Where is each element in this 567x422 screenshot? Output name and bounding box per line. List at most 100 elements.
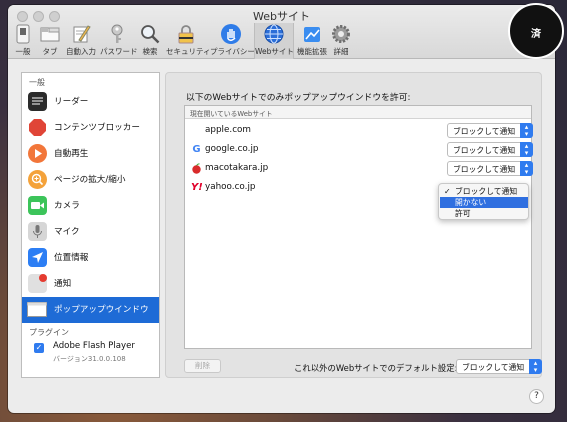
site-name: google.co.jp — [205, 144, 259, 154]
sidebar-item-page-zoom[interactable]: ページの拡大/縮小 — [22, 167, 159, 193]
delete-button[interactable]: 削除 — [184, 359, 221, 373]
main-pane: 以下のWebサイトでのみポップアップウインドウを許可: 現在開いているWebサイ… — [165, 72, 542, 378]
sidebar-item-label: 通知 — [54, 279, 72, 289]
toolbar-security[interactable]: セキュリティ — [166, 23, 211, 59]
microphone-icon — [28, 222, 47, 241]
default-setting-label: これ以外のWebサイトでのデフォルト設定: — [294, 363, 458, 373]
toolbar-label: 詳細 — [333, 47, 349, 56]
sidebar-item-content-blockers[interactable]: コンテンツブロッカー — [22, 115, 159, 141]
sidebar-item-label: コンテンツブロッカー — [54, 123, 140, 133]
menu-option-label: 開かない — [455, 198, 487, 207]
site-setting-popup[interactable]: ブロックして通知 ▴ ▾ — [447, 161, 533, 176]
sidebar-item-notifications[interactable]: 通知 — [22, 271, 159, 297]
plugin-checkbox[interactable]: ✓ — [34, 343, 44, 353]
notification-icon — [28, 274, 47, 293]
site-setting-popup[interactable]: ブロックして通知 ▴ ▾ — [447, 123, 533, 138]
toolbar-label: 検索 — [142, 47, 158, 56]
toolbar-label: セキュリティ — [166, 47, 211, 56]
site-name: apple.com — [205, 125, 251, 135]
globe-icon — [264, 24, 284, 44]
menu-option-label: ブロックして通知 — [455, 187, 518, 196]
sidebar-item-location[interactable]: 位置情報 — [22, 245, 159, 271]
chevron-updown-icon: ▴ ▾ — [520, 161, 533, 176]
sidebar-item-autoplay[interactable]: 自動再生 — [22, 141, 159, 167]
sidebar-item-label: カメラ — [54, 201, 80, 211]
chevron-updown-icon: ▴ ▾ — [520, 123, 533, 138]
toolbar-label: 一般 — [15, 47, 31, 56]
apple-icon — [191, 125, 202, 136]
zoom-icon — [28, 170, 47, 189]
tabs-icon — [40, 27, 60, 42]
sidebar-item-label: 位置情報 — [54, 253, 89, 263]
toolbar-passwords[interactable]: パスワード — [100, 23, 138, 59]
site-setting-value: ブロックして通知 — [453, 146, 516, 155]
toolbar-label: プライバシー — [210, 47, 255, 56]
google-icon: G — [192, 144, 201, 155]
site-setting-popup[interactable]: ブロックして通知 ▴ ▾ — [447, 142, 533, 157]
badge-text: 済 — [530, 29, 542, 40]
watermark-badge: 済 — [508, 3, 564, 59]
sidebar: 一般 リーダー コンテンツブロッカー 自動再生 ページの拡大/縮小 カメラ マイ… — [21, 72, 160, 378]
popup-window-icon — [27, 302, 47, 317]
sidebar-item-reader[interactable]: リーダー — [22, 89, 159, 115]
menu-option-never-open[interactable]: 開かない — [440, 197, 528, 208]
toolbar-tabs[interactable]: タブ — [38, 23, 62, 59]
toolbar-advanced[interactable]: 詳細 — [330, 23, 352, 59]
toolbar-extensions[interactable]: 機能拡張 — [295, 23, 329, 59]
site-row[interactable]: apple.com ブロックして通知 ▴ ▾ — [185, 122, 533, 140]
website-list: 現在開いているWebサイト apple.com ブロックして通知 ▴ ▾ G goo… — [184, 105, 533, 349]
sidebar-item-camera[interactable]: カメラ — [22, 193, 159, 219]
sidebar-item-popup-windows[interactable]: ポップアップウインドウ — [22, 297, 159, 323]
toolbar-general[interactable]: 一般 — [12, 23, 34, 59]
site-row[interactable]: macotakara.jp ブロックして通知 ▴ ▾ — [185, 160, 533, 178]
sidebar-section-plugins: プラグイン — [29, 328, 69, 337]
menu-option-label: 許可 — [455, 209, 471, 218]
site-name: yahoo.co.jp — [205, 182, 256, 192]
key-icon — [111, 24, 123, 43]
preferences-window: Webサイト 一般 タブ 自動入力 パスワード 検索 セキュリティ プライバシー… — [8, 5, 555, 413]
titlebar: Webサイト 一般 タブ 自動入力 パスワード 検索 セキュリティ プライバシー… — [8, 5, 555, 59]
sidebar-item-label: ページの拡大/縮小 — [54, 175, 126, 185]
toolbar-search[interactable]: 検索 — [138, 23, 162, 59]
chevron-updown-icon: ▴ ▾ — [520, 142, 533, 157]
toolbar-websites[interactable]: Webサイト — [254, 23, 294, 59]
reader-icon — [28, 92, 47, 111]
sidebar-item-label: ポップアップウインドウ — [54, 305, 149, 315]
sidebar-item-label: マイク — [54, 227, 80, 237]
stop-sign-icon — [28, 118, 47, 137]
plugin-name: Adobe Flash Player — [53, 341, 135, 351]
pencil-icon — [73, 25, 91, 43]
site-setting-value: ブロックして通知 — [453, 127, 516, 136]
toolbar-autofill[interactable]: 自動入力 — [66, 23, 96, 59]
menu-option-block-notify[interactable]: ✓ ブロックして通知 — [440, 186, 528, 197]
yahoo-icon: Y! — [191, 182, 203, 193]
lock-icon — [178, 25, 194, 44]
site-setting-value: ブロックして通知 — [453, 165, 516, 174]
intro-label: 以下のWebサイトでのみポップアップウインドウを許可: — [186, 93, 411, 103]
plugin-version: バージョン31.0.0.108 — [53, 355, 126, 363]
default-setting-popup[interactable]: ブロックして通知 ▴ ▾ — [456, 359, 542, 374]
sidebar-item-microphone[interactable]: マイク — [22, 219, 159, 245]
hand-icon — [221, 24, 241, 44]
setting-dropdown-menu: ✓ ブロックして通知 開かない 許可 — [438, 183, 529, 220]
help-button[interactable]: ? — [529, 389, 544, 404]
magnifier-icon — [141, 25, 160, 44]
toolbar-privacy[interactable]: プライバシー — [210, 23, 255, 59]
macotakara-icon — [191, 163, 202, 174]
plugin-row: ✓ Adobe Flash Player バージョン31.0.0.108 — [22, 339, 159, 369]
toolbar-label: 自動入力 — [66, 47, 96, 56]
toolbar-label: タブ — [42, 47, 58, 56]
sidebar-item-label: 自動再生 — [54, 149, 89, 159]
gear-icon — [332, 25, 350, 43]
list-header: 現在開いているWebサイト — [185, 106, 531, 119]
sidebar-section-general: 一般 — [29, 78, 45, 87]
play-icon — [28, 144, 47, 163]
default-setting-value: ブロックして通知 — [462, 363, 525, 372]
site-name: macotakara.jp — [205, 163, 269, 173]
camera-icon — [28, 196, 47, 215]
menu-option-allow[interactable]: 許可 — [440, 208, 528, 219]
site-row[interactable]: G google.co.jp ブロックして通知 ▴ ▾ — [185, 141, 533, 159]
toolbar-label: Webサイト — [255, 47, 294, 56]
window-title: Webサイト — [253, 10, 310, 23]
location-icon — [28, 248, 47, 267]
